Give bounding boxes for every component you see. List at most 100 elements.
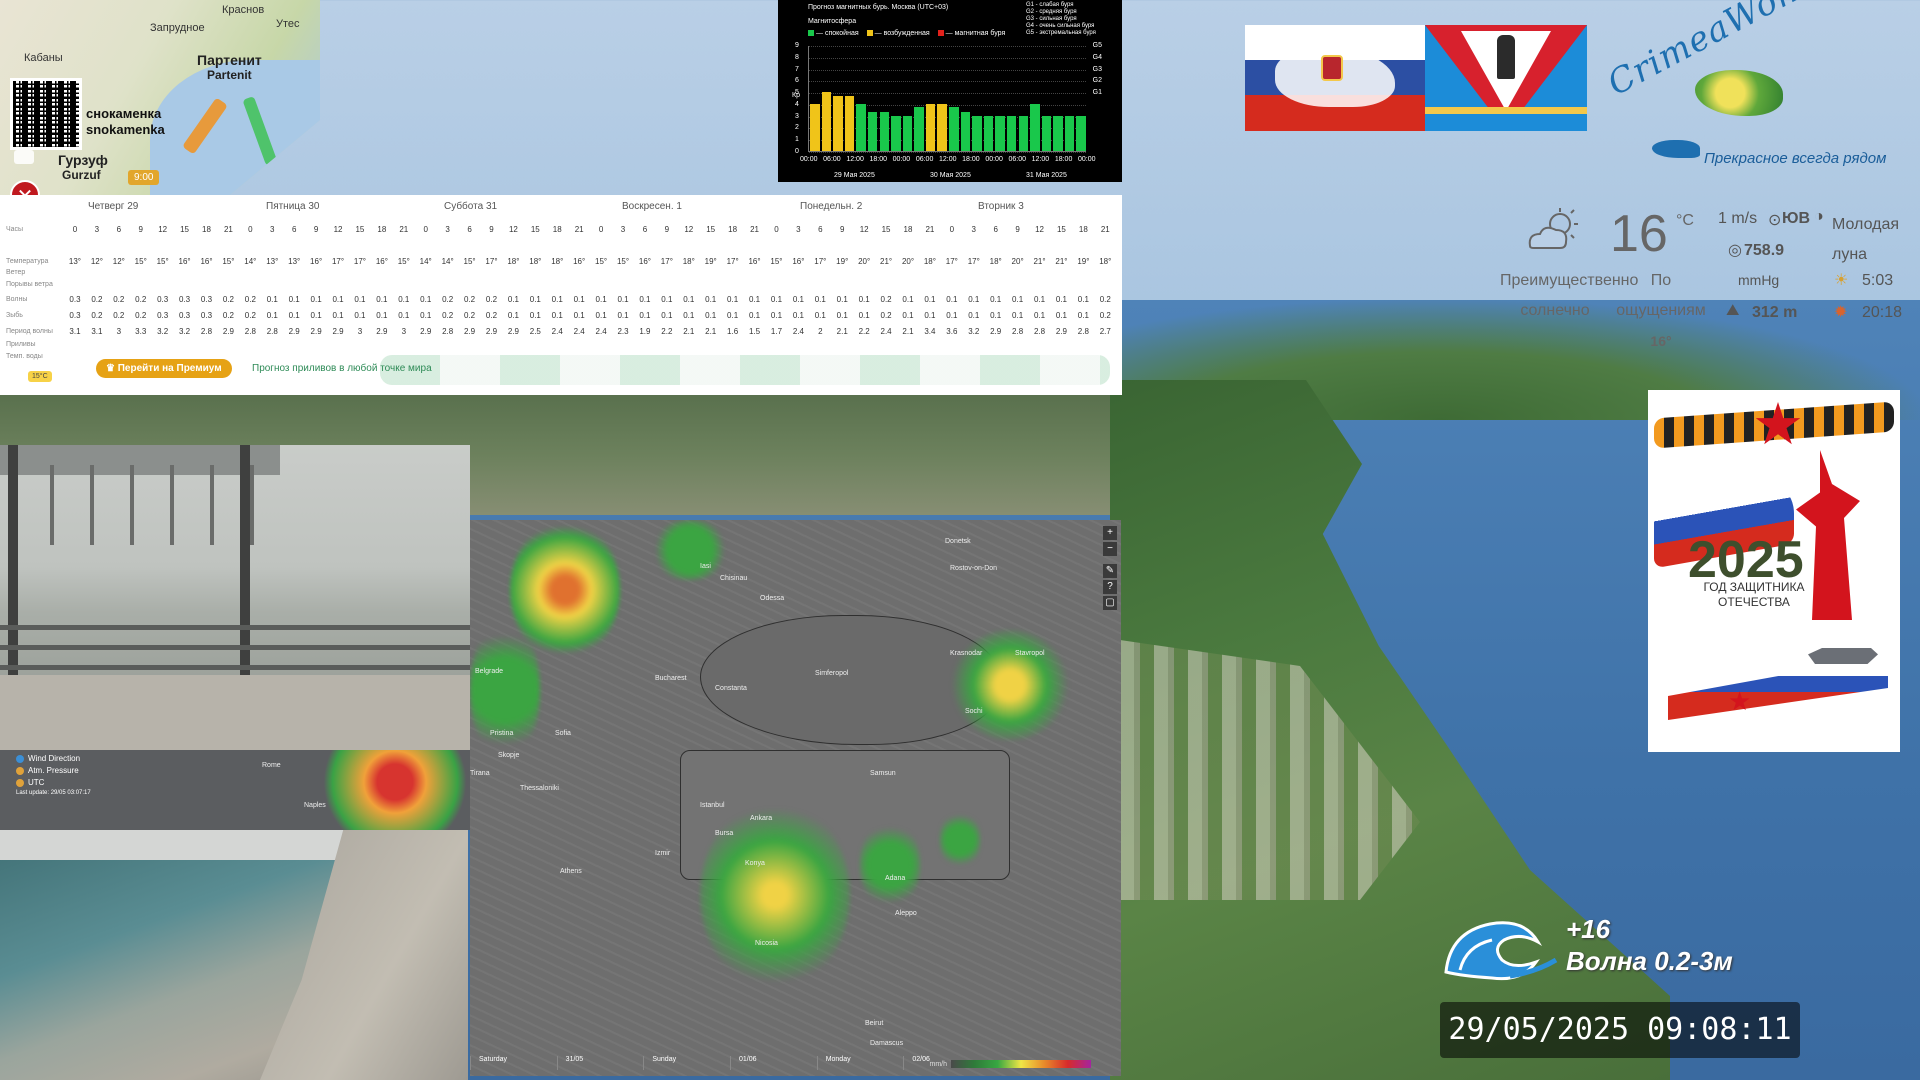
logo-tagline: Прекрасное всегда рядом	[1704, 150, 1887, 167]
legend-item: — возбужденная	[866, 30, 930, 37]
yalta-flag	[1425, 25, 1587, 131]
timeline-day[interactable]: Sunday	[643, 1056, 730, 1070]
forecast-cell: 0.1	[398, 311, 410, 320]
forecast-cell: 0.1	[748, 311, 761, 320]
y-tick-label: 1	[795, 136, 799, 144]
legend-item[interactable]: UTC	[16, 778, 44, 787]
forecast-cell: 18	[552, 225, 562, 234]
zoom-in-button[interactable]: +	[1103, 526, 1117, 540]
map-city: Konya	[745, 860, 765, 867]
forecast-row: Волны 0.3 0.2 0.2 0.2 0.3 0.3 0.3 0.2 0.2 0.1 0.1 0.…	[0, 293, 1122, 307]
forecast-cell: 0.1	[354, 311, 366, 320]
qr-code[interactable]	[10, 78, 82, 150]
kp-bar	[1064, 115, 1075, 151]
forecast-cell: 13°	[68, 257, 82, 266]
g-scale-label: G1	[1092, 89, 1102, 97]
forecast-cell: 3	[116, 327, 122, 336]
forecast-cell: 0.3	[179, 311, 191, 320]
chart-plot-area: 0 1 2 3 4 5 6 7 8 9 G5 G4 G3 G2 G1	[795, 42, 1102, 155]
timeline-date[interactable]: 31/05	[556, 1056, 644, 1070]
map-place: Утес	[276, 18, 300, 30]
kp-bar	[960, 112, 971, 151]
y-tick-label: 2	[795, 124, 799, 132]
map-city: Nicosia	[755, 940, 778, 947]
forecast-cell: 2.9	[420, 327, 432, 336]
beach-shore	[260, 830, 468, 1080]
forecast-cell: 21	[574, 225, 584, 234]
map-city: Sochi	[965, 708, 983, 715]
x-tick-label: 18:00	[962, 156, 980, 163]
forecast-row-label: Температура	[6, 258, 49, 265]
legend-dot	[16, 754, 24, 763]
scale-unit: mm/h	[929, 1061, 948, 1068]
forecast-cell: 0.1	[705, 295, 717, 304]
forecast-cell: 0.1	[1012, 311, 1024, 320]
kp-bar	[879, 112, 890, 151]
forecast-cell: 0.1	[727, 311, 739, 320]
water-temp-badge: 15°C	[28, 371, 52, 382]
tools-icon[interactable]: ✎	[1103, 564, 1117, 578]
forecast-cell: 0.2	[442, 311, 454, 320]
coat-of-arms-icon	[1321, 55, 1343, 81]
forecast-cell: 19°	[1077, 257, 1090, 266]
timeline-day[interactable]: Monday	[816, 1056, 904, 1070]
forecast-row-label: Порывы ветра	[6, 281, 53, 288]
qr-label-en: snokamenka	[86, 122, 165, 137]
forecast-cell: 20°	[901, 257, 915, 266]
kp-bar	[1018, 115, 1029, 151]
map-city: Ankara	[750, 815, 773, 822]
level-label: G3 - сильная буря	[1026, 16, 1077, 22]
g-scale-label: G4	[1092, 53, 1102, 61]
map-city: Samsun	[870, 770, 896, 777]
map-city: Rostov-on-Don	[950, 565, 998, 572]
weather-overlay-legend: Wind Direction Atm. Pressure UTC Last up…	[0, 750, 470, 830]
weather-condition: Преимущественно солнечно	[1500, 272, 1639, 319]
forecast-cell: 15°	[134, 257, 147, 266]
crimea-wonderland-logo: CrimeaWonderland Прекрасное всегда рядом	[1600, 0, 1920, 174]
forecast-cell: 0.2	[1099, 311, 1111, 320]
map-city: Stavropol	[1015, 650, 1045, 657]
kp-bar	[810, 103, 820, 151]
map-city: Constanta	[715, 685, 747, 692]
forecast-timeline[interactable]: Saturday 31/05 Sunday 01/06 Monday 02/06	[470, 1056, 990, 1070]
map-city: Tirana	[470, 770, 490, 777]
camera-icon[interactable]	[14, 150, 34, 164]
forecast-cell: 0.2	[485, 295, 498, 304]
forecast-cell: 3	[971, 225, 976, 234]
tide-link[interactable]: Прогноз приливов в любой точке мира	[252, 363, 432, 374]
legend-item: — спокойная	[808, 30, 859, 37]
weather-radar-map[interactable]: Odessa Chisinau Iasi Donetsk Rostov-on-Don Kr…	[470, 520, 1121, 1076]
gridline	[809, 81, 1086, 83]
forecast-cell: 0.1	[376, 295, 388, 304]
forecast-cell: 0.1	[683, 295, 695, 304]
forecast-cell: 2.4	[880, 327, 892, 336]
fullscreen-icon[interactable]: ▢	[1103, 596, 1117, 610]
premium-button[interactable]: ♛ Перейти на Премиум	[96, 359, 232, 378]
legend-item[interactable]: Atm. Pressure	[16, 766, 79, 775]
forecast-cell: 12	[508, 225, 518, 234]
forecast-cell: 6	[818, 225, 823, 234]
forecast-cell: 2.2	[858, 327, 870, 336]
timeline-day[interactable]: Saturday	[470, 1056, 557, 1070]
wind-speed: 1 m/s	[1718, 210, 1758, 227]
help-icon[interactable]: ?	[1103, 580, 1117, 594]
gridline	[809, 69, 1086, 71]
legend-item[interactable]: Wind Direction	[16, 754, 80, 763]
forecast-cell: 2.9	[288, 327, 300, 336]
forecast-cell: 6	[642, 225, 648, 234]
forecast-cell: 2.9	[222, 327, 234, 336]
gridline	[809, 93, 1086, 95]
timeline-date[interactable]: 01/06	[730, 1056, 817, 1070]
forecast-cell: 0.1	[266, 311, 278, 320]
forecast-cell: 2.9	[1055, 327, 1067, 336]
forecast-cell: 2.1	[705, 327, 717, 336]
forecast-cell: 0.1	[573, 311, 585, 320]
zoom-out-button[interactable]: −	[1103, 542, 1117, 556]
map-city: Iasi	[700, 563, 711, 570]
forecast-cell: 2.2	[661, 327, 673, 336]
forecast-table: Четверг 29 Пятница 30 Суббота 31 Воскресен.…	[0, 195, 1122, 395]
forecast-cell: 2.4	[595, 327, 607, 336]
last-update: Last update: 29/05 03:07:17	[16, 790, 91, 796]
level-label: G4 - очень сильная буря	[1026, 23, 1095, 29]
forecast-cell: 2.8	[200, 327, 213, 336]
